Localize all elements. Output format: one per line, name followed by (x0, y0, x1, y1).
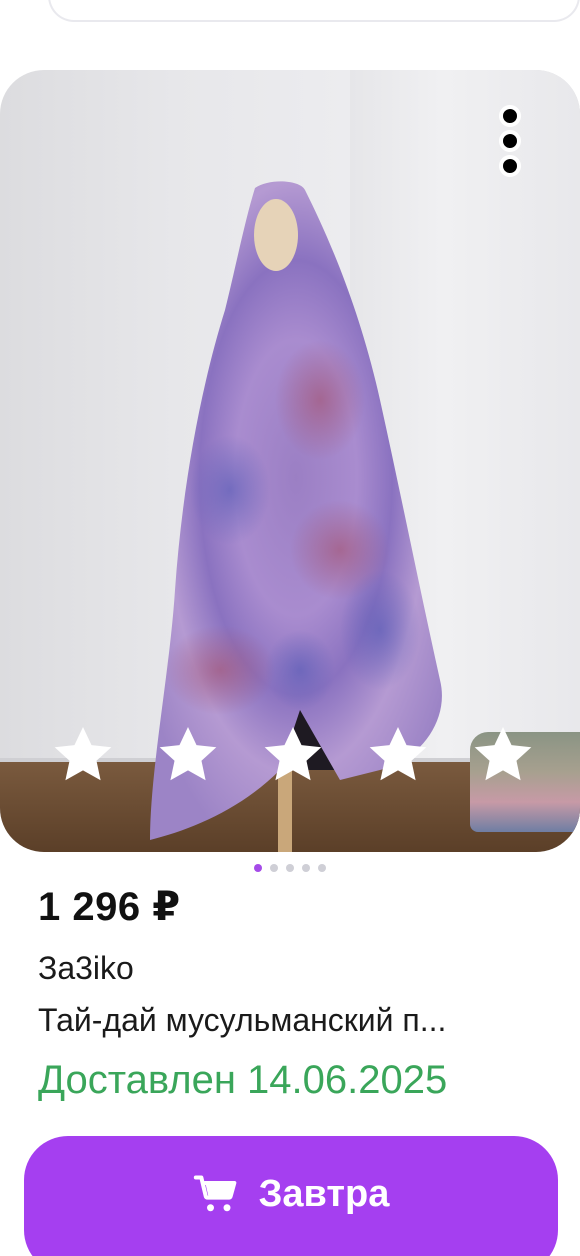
cart-icon (193, 1175, 236, 1212)
previous-card-edge (48, 0, 580, 22)
pager-dot (286, 864, 294, 872)
star-icon[interactable] (48, 722, 118, 788)
star-icon[interactable] (258, 722, 328, 788)
more-options-button[interactable] (496, 105, 524, 177)
product-card-page: 1 296 ₽ За3iko Тай-дай мусульманский п..… (0, 0, 580, 1256)
product-price: 1 296 ₽ (38, 885, 181, 929)
cta-label: Завтра (258, 1172, 390, 1215)
more-dot-icon (499, 155, 521, 177)
pager-dot (318, 864, 326, 872)
product-title[interactable]: Тай-дай мусульманский п... (38, 1002, 548, 1039)
star-icon[interactable] (468, 722, 538, 788)
pager-dot-active (254, 864, 262, 872)
more-dot-icon (499, 105, 521, 127)
buy-tomorrow-button[interactable]: Завтра (24, 1136, 558, 1256)
pager-dot (270, 864, 278, 872)
seller-name[interactable]: За3iko (38, 950, 134, 987)
star-icon[interactable] (363, 722, 433, 788)
more-dot-icon (499, 130, 521, 152)
star-icon[interactable] (153, 722, 223, 788)
delivery-status: Доставлен 14.06.2025 (38, 1058, 448, 1102)
image-pager (0, 862, 580, 874)
rating-stars (48, 722, 538, 788)
pager-dot (302, 864, 310, 872)
